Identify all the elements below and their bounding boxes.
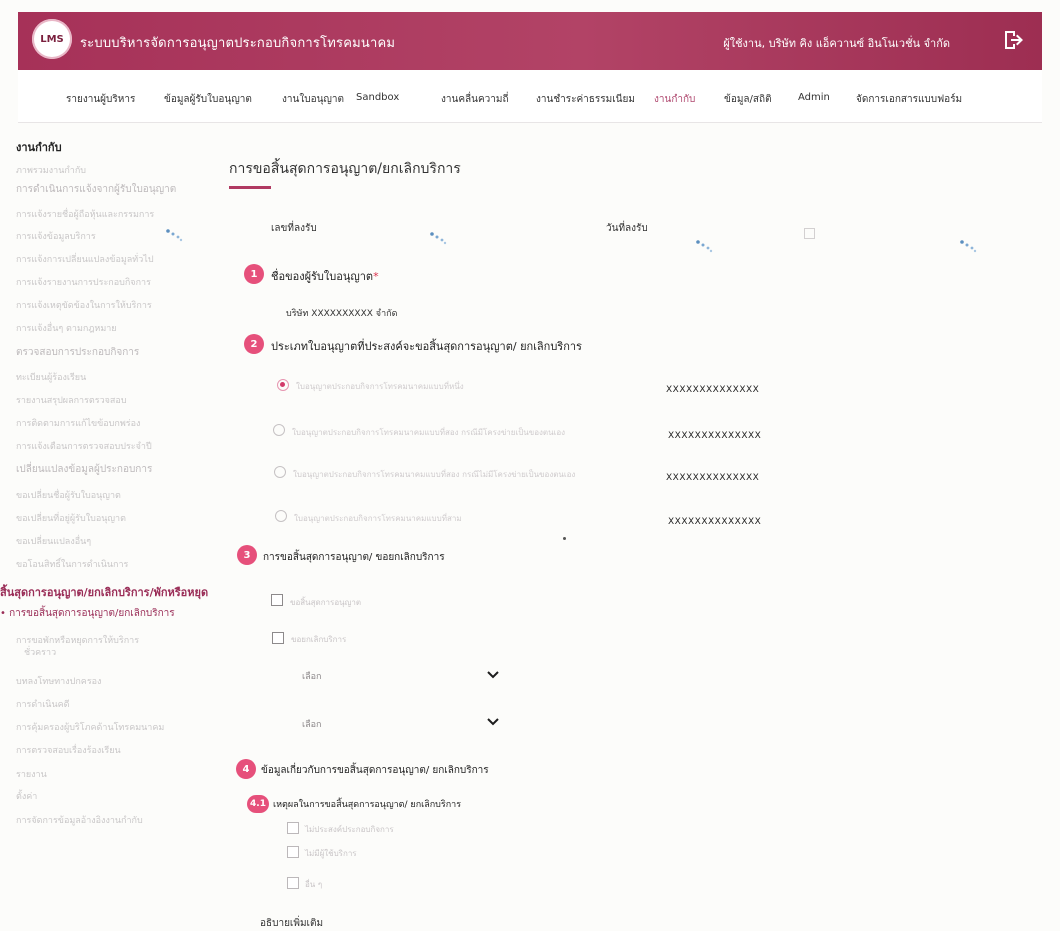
- license-number: XXXXXXXXXXXXXX: [666, 473, 760, 483]
- license-type-option-label: ใบอนุญาตประกอบกิจการโทรคมนาคมแบบที่สอง ก…: [292, 428, 566, 437]
- nav-regulation[interactable]: งานกำกับ: [654, 92, 695, 107]
- sidebar-item[interactable]: การแจ้งข้อมูลบริการ: [16, 229, 96, 243]
- reason-checkbox[interactable]: [287, 846, 299, 858]
- license-number: XXXXXXXXXXXXXX: [668, 431, 762, 441]
- reason-label: ไม่ประสงค์ประกอบกิจการ: [305, 825, 394, 834]
- sidebar-item-continued: ชั่วคราว: [24, 648, 57, 658]
- sidebar-item[interactable]: ขอโอนสิทธิ์ในการดำเนินการ: [16, 557, 128, 571]
- sidebar-group[interactable]: ตรวจสอบการประกอบกิจการ: [16, 345, 139, 360]
- reason-label: อื่น ๆ: [305, 880, 323, 889]
- sidebar-item[interactable]: การติดตามการแก้ไขข้อบกพร่อง: [16, 416, 140, 430]
- license-type-radio[interactable]: [273, 424, 285, 436]
- terminate-license-label: ขอสิ้นสุดการอนุญาต: [290, 598, 362, 607]
- sidebar-item[interactable]: ตั้งค่า: [16, 789, 37, 803]
- sidebar-item[interactable]: รายงานสรุปผลการตรวจสอบ: [16, 393, 127, 407]
- app-logo[interactable]: LMS: [32, 19, 72, 59]
- page-title: การขอสิ้นสุดการอนุญาต/ยกเลิกบริการ: [229, 161, 461, 177]
- cancel-service-checkbox[interactable]: [272, 632, 284, 644]
- sidebar-item[interactable]: การแจ้งอื่นๆ ตามกฎหมาย: [16, 321, 117, 335]
- sidebar-group[interactable]: เปลี่ยนแปลงข้อมูลผู้ประกอบการ: [16, 462, 152, 477]
- step-1-badge: 1: [244, 264, 264, 284]
- license-type-option-label: ใบอนุญาตประกอบกิจการโทรคมนาคมแบบที่สอง ก…: [293, 470, 576, 479]
- loading-spinner-icon: [166, 229, 183, 242]
- user-info: ผู้ใช้งาน, บริษัท คิง แอ็ควานซ์ อินโนเวช…: [723, 37, 950, 50]
- reason-checkbox[interactable]: [287, 877, 299, 889]
- logo-text: LMS: [40, 33, 64, 45]
- license-number: XXXXXXXXXXXXXX: [668, 517, 762, 527]
- step-1-title-text: ชื่อของผู้รับใบอนุญาต: [271, 270, 374, 283]
- sidebar-item[interactable]: ขอเปลี่ยนชื่อผู้รับใบอนุญาต: [16, 488, 121, 502]
- step-1-title: ชื่อของผู้รับใบอนุญาต*: [271, 267, 379, 285]
- sidebar-item[interactable]: ขอเปลี่ยนแปลงอื่นๆ: [16, 534, 91, 548]
- terminate-license-checkbox[interactable]: [271, 594, 283, 606]
- loading-spinner-icon: [430, 232, 447, 245]
- nav-licensee-info[interactable]: ข้อมูลผู้รับใบอนุญาต: [164, 92, 252, 107]
- license-type-radio[interactable]: [277, 379, 289, 391]
- license-type-radio[interactable]: [275, 510, 287, 522]
- top-header-bar: LMS ระบบบริหารจัดการอนุญาตประกอบกิจการโท…: [18, 12, 1042, 70]
- sidebar-item[interactable]: การแจ้งการเปลี่ยนแปลงข้อมูลทั่วไป: [16, 252, 154, 266]
- additional-explanation-label: อธิบายเพิ่มเติม: [260, 918, 324, 929]
- main-nav: รายงานผู้บริหาร ข้อมูลผู้รับใบอนุญาต งาน…: [18, 70, 1042, 123]
- nav-license-work[interactable]: งานใบอนุญาต: [282, 92, 344, 107]
- chevron-down-icon: [487, 671, 499, 679]
- nav-statistics[interactable]: ข้อมูล/สถิติ: [724, 92, 772, 107]
- sidebar-item[interactable]: การแจ้งเตือนการตรวจสอบประจำปี: [16, 439, 152, 453]
- reason-label: ไม่มีผู้ใช้บริการ: [305, 849, 357, 858]
- sidebar-item[interactable]: การแจ้งเหตุขัดข้องในการให้บริการ: [16, 298, 152, 312]
- nav-form-documents[interactable]: จัดการเอกสารแบบฟอร์ม: [856, 92, 962, 107]
- sidebar-item[interactable]: บทลงโทษทางปกครอง: [16, 674, 101, 688]
- select-value: เลือก: [302, 672, 322, 682]
- step-4-badge: 4: [236, 759, 256, 779]
- license-type-radio[interactable]: [274, 466, 286, 478]
- nav-sandbox[interactable]: Sandbox: [356, 92, 399, 103]
- loading-spinner-icon: [960, 240, 977, 253]
- sidebar-item[interactable]: การดำเนินคดี: [16, 697, 69, 711]
- stray-dot: [563, 537, 566, 540]
- sidebar-item[interactable]: ขอเปลี่ยนที่อยู่ผู้รับใบอนุญาต: [16, 511, 126, 525]
- step-2-badge: 2: [244, 334, 264, 354]
- sidebar-item[interactable]: การจัดการข้อมูลอ้างอิงงานกำกับ: [16, 813, 143, 827]
- reason-checkbox[interactable]: [287, 822, 299, 834]
- sidebar-title: งานกำกับ: [16, 141, 62, 154]
- sidebar-item[interactable]: การคุ้มครองผู้บริโภคด้านโทรคมนาคม: [16, 720, 164, 734]
- licensee-name-value: บริษัท XXXXXXXXXX จำกัด: [286, 309, 398, 319]
- app-title: ระบบบริหารจัดการอนุญาตประกอบกิจการโทรคมน…: [80, 36, 396, 51]
- step-3-title: การขอสิ้นสุดการอนุญาต/ ขอยกเลิกบริการ: [263, 552, 445, 563]
- sidebar-item[interactable]: ภาพรวมงานกำกับ: [16, 163, 86, 177]
- nav-executive-report[interactable]: รายงานผู้บริหาร: [66, 92, 135, 107]
- step-4-title: ข้อมูลเกี่ยวกับการขอสิ้นสุดการอนุญาต/ ยก…: [261, 765, 489, 776]
- nav-fee-payment[interactable]: งานชำระค่าธรรมเนียม: [536, 92, 635, 107]
- select-value: เลือก: [302, 720, 322, 730]
- license-type-option-label: ใบอนุญาตประกอบกิจการโทรคมนาคมแบบที่หนึ่ง: [296, 382, 464, 391]
- sidebar-item-label: การขอสิ้นสุดการอนุญาต/ยกเลิกบริการ: [9, 608, 175, 619]
- sidebar-item[interactable]: การแจ้งรายงานการประกอบกิจการ: [16, 275, 151, 289]
- sidebar-group-termination[interactable]: สิ้นสุดการอนุญาต/ยกเลิกบริการ/พักหรือหยุ…: [0, 583, 208, 601]
- logout-icon[interactable]: [1000, 28, 1024, 52]
- sidebar-item[interactable]: ทะเบียนผู้ร้องเรียน: [16, 370, 86, 384]
- sidebar-item[interactable]: การแจ้งรายชื่อผู้ถือหุ้นและกรรมการ: [16, 207, 154, 221]
- sidebar-group[interactable]: การดำเนินการแจ้งจากผู้รับใบอนุญาต: [16, 182, 176, 197]
- step-4-1-title: เหตุผลในการขอสิ้นสุดการอนุญาต/ ยกเลิกบริ…: [273, 800, 462, 810]
- step-4-1-badge: 4.1: [247, 795, 269, 813]
- cancel-service-label: ขอยกเลิกบริการ: [291, 635, 347, 644]
- required-mark: *: [373, 270, 379, 283]
- sidebar-item[interactable]: การตรวจสอบเรื่องร้องเรียน: [16, 743, 121, 757]
- date-picker-box[interactable]: [804, 228, 815, 239]
- step-3-badge: 3: [237, 545, 257, 565]
- receipt-date-label: วันที่ลงรับ: [606, 223, 648, 234]
- step-2-title: ประเภทใบอนุญาตที่ประสงค์จะขอสิ้นสุดการอน…: [271, 340, 582, 353]
- license-number: XXXXXXXXXXXXXX: [666, 385, 760, 395]
- nav-frequency-work[interactable]: งานคลื่นความถี่: [441, 92, 509, 107]
- receipt-number-label: เลขที่ลงรับ: [271, 223, 317, 234]
- title-underline: [229, 186, 271, 189]
- sidebar-item[interactable]: รายงาน: [16, 767, 47, 781]
- loading-spinner-icon: [696, 240, 713, 253]
- chevron-down-icon: [487, 718, 499, 726]
- sidebar-item-termination-request[interactable]: • การขอสิ้นสุดการอนุญาต/ยกเลิกบริการ: [0, 606, 175, 621]
- nav-admin[interactable]: Admin: [798, 92, 830, 103]
- license-type-option-label: ใบอนุญาตประกอบกิจการโทรคมนาคมแบบที่สาม: [294, 514, 462, 523]
